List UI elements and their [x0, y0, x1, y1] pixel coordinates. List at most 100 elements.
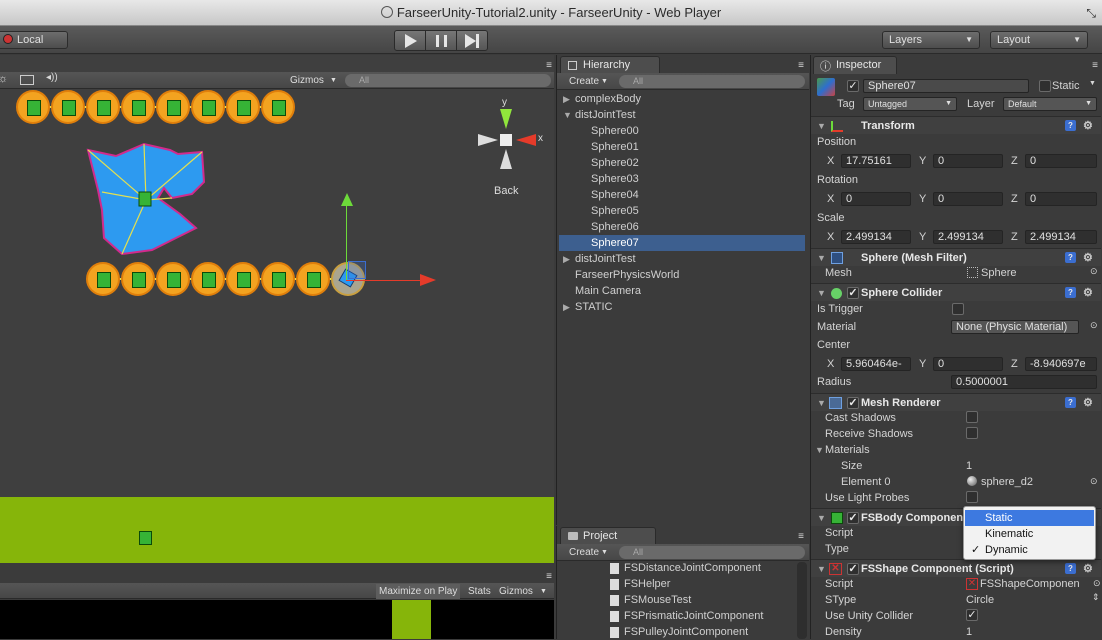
hierarchy-item-main-camera[interactable]: Main Camera: [559, 283, 805, 299]
use-light-probes-checkbox[interactable]: [966, 491, 978, 503]
tab-hierarchy[interactable]: Hierarchy: [560, 56, 660, 74]
help-icon[interactable]: ?: [1065, 397, 1076, 408]
create-button[interactable]: Create: [569, 74, 599, 89]
sphere-node[interactable]: [16, 90, 50, 124]
sphere-node[interactable]: [121, 262, 155, 296]
help-icon[interactable]: ?: [1065, 563, 1076, 574]
center-x-field[interactable]: 5.960464e-: [841, 357, 911, 371]
enabled-checkbox[interactable]: ✓: [847, 397, 859, 409]
object-picker-icon[interactable]: ⊙: [1090, 266, 1098, 277]
sphere-node[interactable]: [226, 90, 260, 124]
collapse-arrow-icon[interactable]: ▼: [815, 445, 824, 455]
help-icon[interactable]: ?: [1065, 287, 1076, 298]
project-scrollbar[interactable]: [797, 562, 807, 639]
transform-header[interactable]: ▼ Transform ? ⚙: [811, 116, 1101, 134]
element0-value[interactable]: sphere_d2: [981, 475, 1033, 489]
sphere-node[interactable]: [191, 90, 225, 124]
scene-search-input[interactable]: All: [345, 74, 551, 87]
collapse-arrow-icon[interactable]: ▼: [817, 560, 826, 578]
active-checkbox[interactable]: ✓: [847, 80, 859, 92]
panel-menu-icon[interactable]: ≡: [798, 60, 804, 71]
size-value[interactable]: 1: [966, 459, 972, 473]
stats-toggle[interactable]: Stats: [468, 584, 491, 599]
sphere-node[interactable]: [191, 262, 225, 296]
static-checkbox[interactable]: [1039, 80, 1051, 92]
mesh-filter-header[interactable]: ▼ Sphere (Mesh Filter) ? ⚙: [811, 248, 1101, 266]
maximize-on-play-toggle[interactable]: Maximize on Play: [376, 584, 461, 599]
x-arrow-icon[interactable]: [420, 274, 436, 286]
tab-inspector[interactable]: ⓘ Inspector: [813, 56, 897, 74]
physic-material-field[interactable]: None (Physic Material): [951, 320, 1079, 334]
rotation-z-field[interactable]: 0: [1025, 192, 1097, 206]
hierarchy-item-static[interactable]: ▶ STATIC: [559, 299, 805, 315]
tag-dropdown[interactable]: Untagged ▼: [863, 97, 957, 111]
help-icon[interactable]: ?: [1065, 120, 1076, 131]
collapse-arrow-icon[interactable]: ▼: [817, 117, 826, 135]
use-unity-collider-checkbox[interactable]: ✓: [966, 609, 978, 621]
enabled-checkbox[interactable]: ✓: [847, 512, 859, 524]
scale-x-field[interactable]: 2.499134: [841, 230, 911, 244]
collapse-arrow-icon[interactable]: ▼: [817, 509, 826, 527]
fsshape-script-value[interactable]: FSShapeComponen: [980, 577, 1092, 591]
complex-body-shape[interactable]: [80, 140, 215, 260]
center-y-field[interactable]: 0: [933, 357, 1003, 371]
gizmos-button[interactable]: Gizmos: [290, 73, 324, 88]
hierarchy-item-farseerphysicsworld[interactable]: FarseerPhysicsWorld: [559, 267, 805, 283]
type-option-kinematic[interactable]: Kinematic: [965, 526, 1094, 542]
image-icon[interactable]: [20, 75, 34, 85]
project-item[interactable]: FSHelper: [557, 576, 803, 592]
expand-arrow-icon[interactable]: ▶: [563, 251, 570, 267]
collapse-arrow-icon[interactable]: ▼: [817, 249, 826, 267]
project-item[interactable]: FSPrismaticJointComponent: [557, 608, 803, 624]
mesh-renderer-header[interactable]: ▼ ✓ Mesh Renderer ? ⚙: [811, 393, 1101, 411]
layout-dropdown[interactable]: Layout ▼: [990, 31, 1088, 49]
pivot-mode-button[interactable]: Local: [0, 31, 68, 49]
enabled-checkbox[interactable]: ✓: [847, 287, 859, 299]
game-view[interactable]: ≡ Maximize on Play Stats Gizmos ▼: [0, 563, 554, 639]
scale-z-field[interactable]: 2.499134: [1025, 230, 1097, 244]
object-picker-icon[interactable]: ⊙: [1090, 476, 1098, 487]
expand-arrow-icon[interactable]: ▶: [563, 91, 570, 107]
gear-icon[interactable]: ⚙: [1083, 117, 1093, 135]
hierarchy-item-complexbody[interactable]: ▶ complexBody: [559, 91, 805, 107]
object-name-field[interactable]: Sphere07: [863, 79, 1029, 93]
sphere-node[interactable]: [86, 262, 120, 296]
sphere-collider-header[interactable]: ▼ ✓ Sphere Collider ? ⚙: [811, 283, 1101, 301]
layer-dropdown[interactable]: Default ▼: [1003, 97, 1097, 111]
gear-icon[interactable]: ⚙: [1083, 560, 1093, 578]
gizmos-toggle[interactable]: Gizmos: [499, 584, 533, 599]
panel-menu-icon[interactable]: ≡: [1092, 60, 1098, 71]
hierarchy-item-sphere05[interactable]: Sphere05: [559, 203, 805, 219]
sphere-node[interactable]: [51, 90, 85, 124]
position-x-field[interactable]: 17.75161: [841, 154, 911, 168]
stype-dropdown[interactable]: Circle: [966, 593, 994, 607]
hierarchy-item-distjointtest-2[interactable]: ▶ distJointTest: [559, 251, 805, 267]
object-picker-icon[interactable]: ⊙: [1090, 320, 1098, 331]
sphere-node[interactable]: [156, 90, 190, 124]
fsshape-header[interactable]: ▼ ✕ ✓ FSShape Component (Script) ? ⚙: [811, 559, 1101, 577]
hierarchy-item-sphere01[interactable]: Sphere01: [559, 139, 805, 155]
pause-button[interactable]: [426, 31, 457, 50]
sphere-node[interactable]: [261, 90, 295, 124]
project-item[interactable]: FSMouseTest: [557, 592, 803, 608]
hierarchy-search-input[interactable]: All: [619, 75, 805, 88]
rotation-x-field[interactable]: 0: [841, 192, 911, 206]
ground-plane[interactable]: [0, 497, 554, 563]
create-button[interactable]: Create: [569, 545, 599, 560]
panel-menu-icon[interactable]: ≡: [546, 571, 552, 582]
gear-icon[interactable]: ⚙: [1083, 394, 1093, 412]
y-arrow-icon[interactable]: [341, 193, 353, 206]
sphere-node[interactable]: [226, 262, 260, 296]
is-trigger-checkbox[interactable]: [952, 303, 964, 315]
tab-project[interactable]: Project: [560, 527, 656, 545]
gear-icon[interactable]: ⚙: [1083, 249, 1093, 267]
collapse-arrow-icon[interactable]: ▼: [817, 284, 826, 302]
sphere-node[interactable]: [261, 262, 295, 296]
orientation-gizmo[interactable]: y x Back: [474, 97, 554, 202]
sphere-node[interactable]: [121, 90, 155, 124]
hierarchy-item-sphere06[interactable]: Sphere06: [559, 219, 805, 235]
help-icon[interactable]: ?: [1065, 252, 1076, 263]
radius-field[interactable]: 0.5000001: [951, 375, 1097, 389]
density-value[interactable]: 1: [966, 625, 972, 639]
sphere-node[interactable]: [296, 262, 330, 296]
